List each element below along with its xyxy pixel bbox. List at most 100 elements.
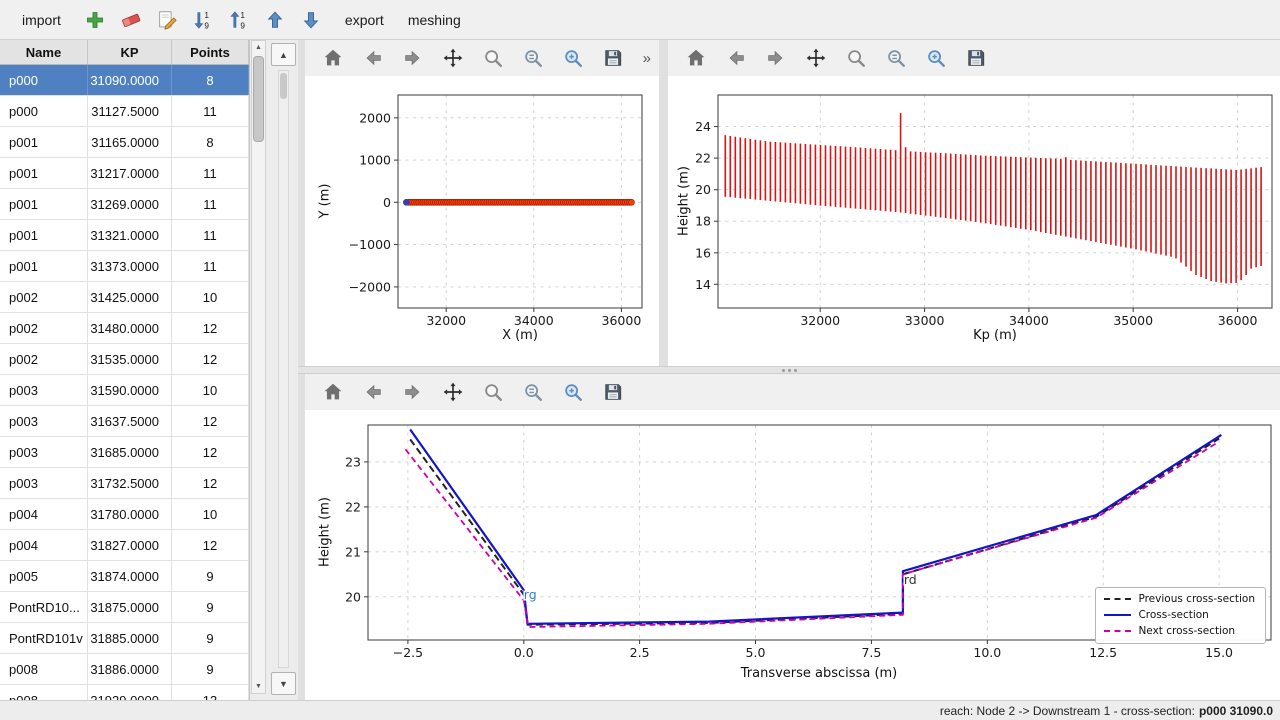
forward-button[interactable] [760,42,792,74]
back-button[interactable] [357,376,389,408]
cell-name: p005 [0,561,88,591]
table-row[interactable]: p00231535.000012 [0,344,249,375]
table-row[interactable]: p00031090.00008 [0,65,249,96]
current-line-swatch [1104,614,1131,616]
cross-section-widget: −2.50.02.55.07.510.012.515.020212223rgrd… [305,374,1280,700]
move-up-button[interactable] [259,4,291,36]
cross-sections-panel: Name KP Points p00031090.00008p00031127.… [0,40,298,700]
save-button[interactable] [597,42,629,74]
column-header-name[interactable]: Name [0,40,88,64]
add-section-button[interactable] [79,4,111,36]
section-table-body: p00031090.00008p00031127.500011p00131165… [0,65,249,716]
table-row[interactable]: p00331685.000012 [0,437,249,468]
save-icon [602,47,624,69]
customize-button[interactable] [557,42,589,74]
table-row[interactable]: p00131269.000011 [0,189,249,220]
edit-section-button[interactable] [151,4,183,36]
cross-section-chart[interactable]: −2.50.02.55.07.510.012.515.020212223rgrd [305,410,1280,700]
panel-scrollbar-track[interactable] [278,70,289,668]
svg-text:2000: 2000 [359,110,391,125]
save-button[interactable] [597,376,629,408]
cell-kp: 31590.0000 [88,375,172,405]
profile-xlabel: Kp (m) [973,328,1017,343]
home-icon [322,47,344,69]
table-row[interactable]: p00131217.000011 [0,158,249,189]
subplots-button[interactable] [880,42,912,74]
back-button[interactable] [357,42,389,74]
customize-button[interactable] [920,42,952,74]
table-row[interactable]: p00531874.00009 [0,561,249,592]
table-row[interactable]: p00231425.000010 [0,282,249,313]
sort-descending-button[interactable]: 19 [187,4,219,36]
legend-label: Previous cross-section [1138,593,1255,605]
cell-name: p008 [0,654,88,684]
table-row[interactable]: p00131373.000011 [0,251,249,282]
table-row[interactable]: p00231480.000012 [0,313,249,344]
pan-button[interactable] [800,42,832,74]
pan-button[interactable] [437,376,469,408]
legend-entry-next: Next cross-section [1104,625,1255,637]
table-scrollbar[interactable]: ▲ ▼ [251,40,266,694]
subplots-button[interactable] [517,376,549,408]
move-down-button[interactable] [295,4,327,36]
cell-kp: 31321.0000 [88,220,172,250]
home-button[interactable] [317,42,349,74]
cell-name: p003 [0,468,88,498]
profile-chart[interactable]: 3200033000340003500036000141618202224 [668,76,1280,366]
panel-scroll-down-button[interactable]: ▼ [271,672,296,695]
table-row[interactable]: p00031127.500011 [0,96,249,127]
scrollbar-track[interactable] [252,54,265,680]
sort-ascending-button[interactable]: 19 [223,4,255,36]
cell-kp: 31269.0000 [88,189,172,219]
toolbar-overflow-button[interactable]: » [639,50,655,67]
cell-kp: 31780.0000 [88,499,172,529]
table-row[interactable]: PontRD10...31875.00009 [0,592,249,623]
table-row[interactable]: p00331732.500012 [0,468,249,499]
menu-export[interactable]: export [333,7,396,33]
forward-button[interactable] [397,376,429,408]
plan-chart[interactable]: 320003400036000−2000−1000010002000 [305,76,659,366]
subplots-button[interactable] [517,42,549,74]
table-row[interactable]: p00131321.000011 [0,220,249,251]
legend-entry-current: Cross-section [1104,609,1255,621]
menu-import[interactable]: import [10,7,73,33]
panel-scroll-up-button[interactable]: ▲ [271,43,296,66]
axis-ticks: 3200033000340003500036000141618202224 [695,119,1257,328]
table-row[interactable]: p00431827.000012 [0,530,249,561]
table-row[interactable]: PontRD101v31885.00009 [0,623,249,654]
zoom-button[interactable] [840,42,872,74]
home-button[interactable] [317,376,349,408]
previous-line-swatch [1104,598,1131,600]
plan-ylabel: Y (m) [318,184,333,219]
back-button[interactable] [720,42,752,74]
cell-name: p000 [0,96,88,126]
scroll-up-icon[interactable]: ▲ [252,41,265,54]
splitter-handle[interactable] [298,369,1280,372]
column-header-points[interactable]: Points [172,40,249,64]
table-row[interactable]: p00431780.000010 [0,499,249,530]
menu-meshing[interactable]: meshing [396,7,473,33]
cell-name: p001 [0,158,88,188]
save-button[interactable] [960,42,992,74]
zoom-button[interactable] [477,376,509,408]
pan-button[interactable] [437,42,469,74]
cell-points: 9 [172,592,249,622]
scrollbar-thumb[interactable] [253,56,264,142]
column-header-kp[interactable]: KP [88,40,172,64]
customize-button[interactable] [557,376,589,408]
scroll-down-icon[interactable]: ▼ [252,680,265,693]
cell-points: 12 [172,468,249,498]
table-row[interactable]: p00331590.000010 [0,375,249,406]
table-row[interactable]: p00131165.00008 [0,127,249,158]
panel-scrollbar-thumb[interactable] [280,73,287,99]
svg-text:14: 14 [695,277,711,292]
table-row[interactable]: p00331637.500012 [0,406,249,437]
table-row[interactable]: p00831886.00009 [0,654,249,685]
horizontal-splitter[interactable] [298,366,1280,374]
home-button[interactable] [680,42,712,74]
remove-section-button[interactable] [115,4,147,36]
forward-button[interactable] [397,42,429,74]
zoom-button[interactable] [477,42,509,74]
svg-text:7.5: 7.5 [861,645,881,660]
cell-kp: 31373.0000 [88,251,172,281]
